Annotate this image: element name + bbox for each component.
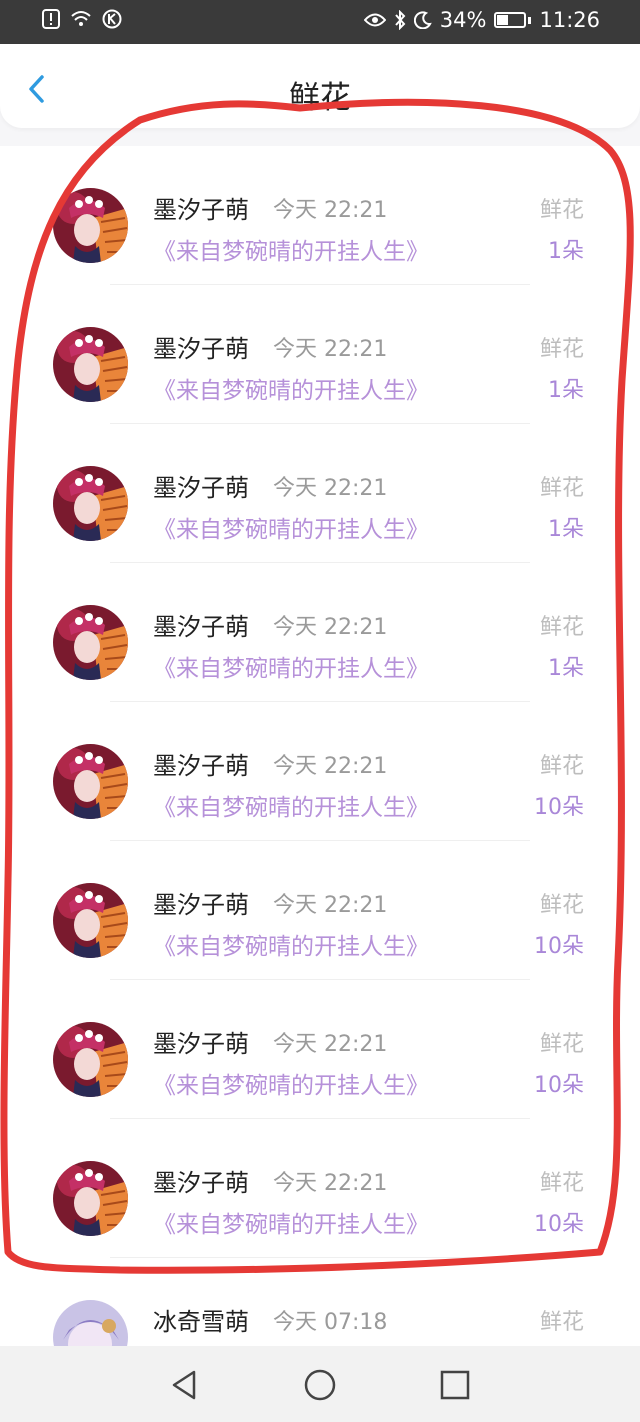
avatar-art [53, 744, 128, 819]
gift-count: 1朵 [548, 517, 584, 542]
k-icon [102, 9, 122, 29]
user-name[interactable]: 墨汐子萌 [153, 329, 249, 364]
avatar-art [53, 466, 128, 541]
gift-type: 鲜花 [539, 754, 584, 779]
avatar[interactable] [53, 1161, 128, 1236]
avatar[interactable] [53, 605, 128, 680]
user-name[interactable]: 墨汐子萌 [153, 885, 249, 920]
list-item[interactable]: 墨汐子萌 今天 22:21 《来自梦碗晴的开挂人生》 鲜花 10朵 [0, 980, 640, 1119]
avatar[interactable] [53, 883, 128, 958]
book-title-link[interactable]: 《来自梦碗晴的开挂人生》 [153, 927, 429, 961]
wifi-icon [71, 11, 91, 26]
timestamp: 今天 22:21 [273, 1032, 388, 1057]
list-item[interactable]: 墨汐子萌 今天 22:21 《来自梦碗晴的开挂人生》 鲜花 1朵 [0, 424, 640, 563]
avatar-art [53, 327, 128, 402]
book-title-link[interactable]: 《来自梦碗晴的开挂人生》 [153, 1205, 429, 1239]
moon-icon [413, 11, 432, 29]
list-item[interactable]: 冰奇雪萌 今天 07:18 鲜花 [0, 1258, 640, 1346]
battery-percent: 34% [439, 8, 487, 32]
avatar[interactable] [53, 744, 128, 819]
book-title-link[interactable]: 《来自梦碗晴的开挂人生》 [153, 649, 429, 683]
book-title-link[interactable]: 《来自梦碗晴的开挂人生》 [153, 788, 429, 822]
user-name[interactable]: 墨汐子萌 [153, 746, 249, 781]
list-item[interactable]: 墨汐子萌 今天 22:21 《来自梦碗晴的开挂人生》 鲜花 10朵 [0, 1119, 640, 1258]
system-nav-bar [0, 1346, 640, 1422]
avatar[interactable] [53, 188, 128, 263]
timestamp: 今天 22:21 [273, 754, 388, 779]
bluetooth-icon [395, 10, 406, 30]
nav-recents-button[interactable] [438, 1368, 472, 1402]
list-item[interactable]: 墨汐子萌 今天 22:21 《来自梦碗晴的开挂人生》 鲜花 10朵 [0, 702, 640, 841]
avatar-art [53, 1161, 128, 1236]
timestamp: 今天 22:21 [273, 893, 388, 918]
recents-square-icon [440, 1370, 470, 1400]
gift-count: 1朵 [548, 656, 584, 681]
book-title-link[interactable]: 《来自梦碗晴的开挂人生》 [153, 510, 429, 544]
gift-type: 鲜花 [539, 198, 584, 223]
avatar[interactable] [53, 466, 128, 541]
avatar[interactable] [53, 1300, 128, 1346]
avatar[interactable] [53, 327, 128, 402]
avatar-art [53, 1022, 128, 1097]
gift-type: 鲜花 [539, 893, 584, 918]
timestamp: 今天 22:21 [273, 1171, 388, 1196]
list-item[interactable]: 墨汐子萌 今天 22:21 《来自梦碗晴的开挂人生》 鲜花 1朵 [0, 146, 640, 285]
list-item[interactable]: 墨汐子萌 今天 22:21 《来自梦碗晴的开挂人生》 鲜花 1朵 [0, 285, 640, 424]
timestamp: 今天 22:21 [273, 337, 388, 362]
flower-record-list: 墨汐子萌 今天 22:21 《来自梦碗晴的开挂人生》 鲜花 1朵 墨汐子萌 今天… [0, 146, 640, 1346]
gift-count: 10朵 [534, 795, 584, 820]
avatar-art [53, 1300, 128, 1346]
gift-type: 鲜花 [539, 615, 584, 640]
user-name[interactable]: 墨汐子萌 [153, 468, 249, 503]
gift-type: 鲜花 [539, 476, 584, 501]
gift-count: 10朵 [534, 1212, 584, 1237]
back-triangle-icon [172, 1370, 196, 1400]
timestamp: 今天 22:21 [273, 615, 388, 640]
avatar-art [53, 883, 128, 958]
gift-type: 鲜花 [539, 337, 584, 362]
gift-count: 10朵 [534, 934, 584, 959]
page-title: 鲜花 [289, 80, 351, 116]
timestamp: 今天 07:18 [273, 1310, 388, 1335]
user-name[interactable]: 墨汐子萌 [153, 1024, 249, 1059]
status-right: 34% 11:26 [363, 8, 600, 32]
battery-cap [528, 16, 532, 24]
book-title-link[interactable]: 《来自梦碗晴的开挂人生》 [153, 232, 429, 266]
avatar-art [53, 188, 128, 263]
gift-type: 鲜花 [539, 1171, 584, 1196]
gift-count: 1朵 [548, 378, 584, 403]
user-name[interactable]: 墨汐子萌 [153, 607, 249, 642]
user-name[interactable]: 冰奇雪萌 [153, 1302, 249, 1337]
eye-icon [363, 13, 386, 27]
home-circle-icon [304, 1369, 336, 1401]
status-bar: 34% 11:26 [0, 0, 640, 44]
list-item[interactable]: 墨汐子萌 今天 22:21 《来自梦碗晴的开挂人生》 鲜花 1朵 [0, 563, 640, 702]
gift-count: 1朵 [548, 239, 584, 264]
avatar-art [53, 605, 128, 680]
alert-icon [42, 9, 60, 29]
user-name[interactable]: 墨汐子萌 [153, 190, 249, 225]
timestamp: 今天 22:21 [273, 198, 388, 223]
gift-count: 10朵 [534, 1073, 584, 1098]
nav-back-button[interactable] [168, 1368, 202, 1402]
nav-home-button[interactable] [303, 1368, 337, 1402]
list-item[interactable]: 墨汐子萌 今天 22:21 《来自梦碗晴的开挂人生》 鲜花 10朵 [0, 841, 640, 980]
avatar[interactable] [53, 1022, 128, 1097]
book-title-link[interactable]: 《来自梦碗晴的开挂人生》 [153, 1066, 429, 1100]
timestamp: 今天 22:21 [273, 476, 388, 501]
battery-icon [494, 12, 527, 28]
gift-type: 鲜花 [539, 1310, 584, 1335]
gift-type: 鲜花 [539, 1032, 584, 1057]
book-title-link[interactable]: 《来自梦碗晴的开挂人生》 [153, 371, 429, 405]
user-name[interactable]: 墨汐子萌 [153, 1163, 249, 1198]
clock: 11:26 [539, 8, 600, 32]
app-header: 鲜花 [0, 44, 640, 128]
status-left-icons [42, 9, 122, 29]
